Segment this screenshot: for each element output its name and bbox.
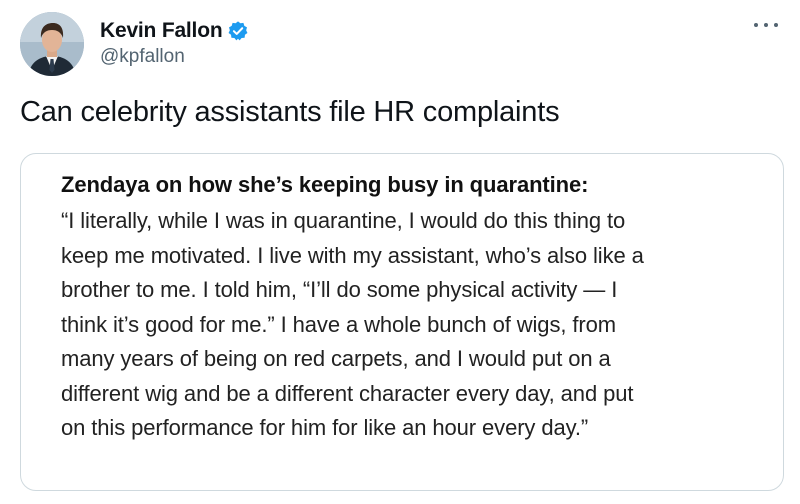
more-options-icon[interactable] bbox=[754, 18, 778, 32]
quote-line: “I literally, while I was in quarantine,… bbox=[61, 208, 626, 233]
more-dot bbox=[764, 23, 768, 27]
verified-badge-icon bbox=[227, 20, 249, 42]
more-dot bbox=[774, 23, 778, 27]
quote-line: think it’s good for me.” I have a whole … bbox=[61, 311, 616, 337]
avatar[interactable] bbox=[20, 12, 84, 76]
display-name[interactable]: Kevin Fallon bbox=[100, 19, 223, 43]
quote-line: brother to me. I told him, “I’ll do some… bbox=[61, 277, 618, 302]
tweet-text: Can celebrity assistants file HR complai… bbox=[20, 96, 560, 128]
avatar-photo bbox=[20, 12, 84, 76]
attached-quote-image[interactable]: Zendaya on how she’s keeping busy in qua… bbox=[20, 153, 784, 491]
tweet: Kevin Fallon @kpfallon Can celebrity ass… bbox=[0, 0, 800, 504]
quote-line: many years of being on red carpets, and … bbox=[61, 346, 611, 371]
quote-line: on this performance for him for like an … bbox=[61, 415, 589, 440]
quote-heading: Zendaya on how she’s keeping busy in qua… bbox=[61, 172, 589, 197]
quote-line: keep me motivated. I live with my assist… bbox=[61, 242, 644, 268]
quote-body: “I literally, while I was in quarantine,… bbox=[61, 204, 644, 446]
tweet-header: Kevin Fallon @kpfallon bbox=[100, 18, 249, 68]
handle[interactable]: @kpfallon bbox=[100, 46, 249, 68]
more-dot bbox=[754, 23, 758, 27]
quote-line: different wig and be a different charact… bbox=[61, 380, 634, 406]
name-row: Kevin Fallon bbox=[100, 18, 249, 44]
